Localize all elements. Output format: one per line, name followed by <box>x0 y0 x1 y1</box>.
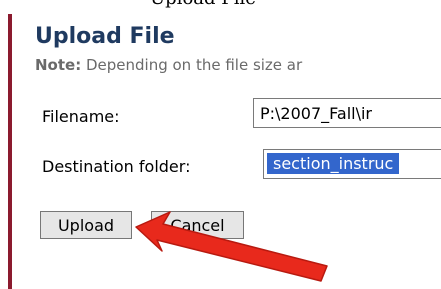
filename-label: Filename: <box>42 107 120 126</box>
page-top-strip: Upload File <box>0 0 441 10</box>
dialog-note: Note: Depending on the file size ar <box>35 56 302 74</box>
page-top-text: Upload File <box>150 0 256 9</box>
upload-button[interactable]: Upload <box>40 211 132 239</box>
dialog-title: Upload File <box>35 24 175 49</box>
cancel-button[interactable]: Cancel <box>151 211 244 239</box>
panel-left-border <box>8 14 12 289</box>
note-text: Depending on the file size ar <box>81 56 303 74</box>
destination-folder-label: Destination folder: <box>42 157 191 176</box>
destination-folder-value: section_instruc <box>267 153 400 174</box>
filename-field[interactable] <box>253 98 441 128</box>
destination-folder-select[interactable]: section_instruc <box>263 149 441 179</box>
note-label: Note: <box>35 56 82 74</box>
